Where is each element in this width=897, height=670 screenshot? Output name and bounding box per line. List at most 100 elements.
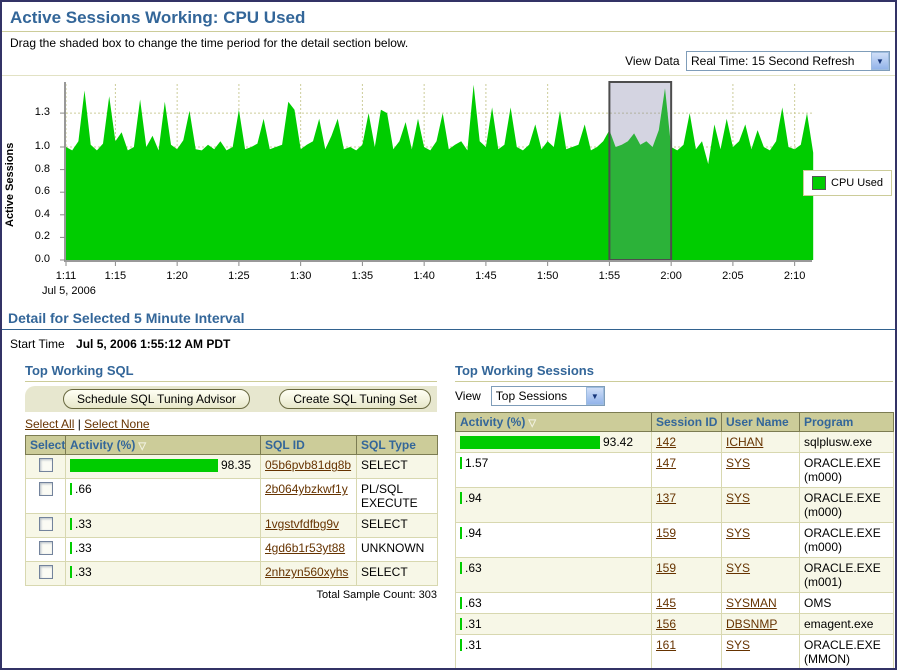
session-id-link[interactable]: 142: [656, 435, 676, 449]
sessions-table-header-row: Activity (%)▽ Session ID User Name Progr…: [456, 413, 894, 432]
user-name-link[interactable]: SYS: [726, 638, 750, 652]
sql-table-row: 98.3505b6pvb81dg8bSELECT: [26, 455, 438, 479]
user-name-link[interactable]: SYS: [726, 561, 750, 575]
user-name-link[interactable]: DBSNMP: [726, 617, 777, 631]
program: sqlplusw.exe: [800, 432, 894, 453]
row-select-checkbox[interactable]: [39, 565, 53, 579]
activity-cell: .33: [66, 514, 261, 538]
x-tick-label: 1:30: [279, 270, 323, 282]
user-name-link[interactable]: SYS: [726, 491, 750, 505]
y-tick-label: 1.0: [6, 140, 50, 152]
activity-value: .31: [465, 617, 482, 631]
chevron-down-icon: ▼: [871, 52, 889, 70]
top-working-sql-table: Select Activity (%)▽ SQL ID SQL Type 98.…: [25, 435, 438, 586]
chart-legend: CPU Used: [803, 170, 892, 196]
sql-type: SELECT: [357, 562, 438, 586]
row-select-checkbox[interactable]: [39, 517, 53, 531]
user-name-link[interactable]: SYS: [726, 526, 750, 540]
col-header-activity[interactable]: Activity (%)▽: [66, 436, 261, 455]
y-tick-label: 0.6: [6, 185, 50, 197]
sql-id-link[interactable]: 2b064ybzkwf1y: [265, 482, 348, 496]
session-id-link-cell: 159: [652, 558, 722, 593]
activity-cell: .63: [456, 593, 652, 614]
select-none-link[interactable]: Select None: [84, 417, 149, 431]
activity-bar: [460, 457, 462, 469]
top-working-sql-title: Top Working SQL: [25, 363, 437, 382]
session-id-link[interactable]: 145: [656, 596, 676, 610]
user-name-link-cell: SYS: [722, 558, 800, 593]
session-id-link-cell: 147: [652, 453, 722, 488]
sql-id-link-cell: 4gd6b1r53yt88: [261, 538, 357, 562]
session-id-link[interactable]: 147: [656, 456, 676, 470]
detail-section-title: Detail for Selected 5 Minute Interval: [2, 308, 895, 330]
activity-cell: .66: [66, 479, 261, 514]
sort-desc-icon: ▽: [528, 418, 536, 429]
schedule-sql-tuning-advisor-button[interactable]: Schedule SQL Tuning Advisor: [63, 389, 250, 409]
create-sql-tuning-set-button[interactable]: Create SQL Tuning Set: [279, 389, 431, 409]
sql-id-link-cell: 1vgstvfdfbg9v: [261, 514, 357, 538]
session-id-link[interactable]: 161: [656, 638, 676, 652]
activity-bar: [70, 542, 72, 554]
sql-toolbar: Schedule SQL Tuning Advisor Create SQL T…: [25, 386, 437, 412]
row-select-checkbox[interactable]: [39, 482, 53, 496]
activity-bar: [460, 618, 462, 630]
session-id-link-cell: 156: [652, 614, 722, 635]
sql-id-link[interactable]: 2nhzyn560xyhs: [265, 565, 348, 579]
start-time-row: Start Time Jul 5, 2006 1:55:12 AM PDT: [10, 337, 895, 351]
user-name-link[interactable]: ICHAN: [726, 435, 763, 449]
sessions-table-row: .63159SYSORACLE.EXE (m001): [456, 558, 894, 593]
sql-table-row: .334gd6b1r53yt88UNKNOWN: [26, 538, 438, 562]
col-header-sql-type[interactable]: SQL Type: [357, 436, 438, 455]
user-name-link[interactable]: SYSMAN: [726, 596, 777, 610]
select-cell: [26, 562, 66, 586]
select-cell: [26, 538, 66, 562]
program: ORACLE.EXE (m001): [800, 558, 894, 593]
y-tick-label: 1.3: [6, 106, 50, 118]
sessions-table-row: .31 161 SYS ORACLE.EXE (MMON): [456, 635, 894, 670]
col-header-program[interactable]: Program: [800, 413, 894, 432]
program: ORACLE.EXE (m000): [800, 453, 894, 488]
view-data-select[interactable]: Real Time: 15 Second Refresh ▼: [686, 51, 890, 71]
session-id-link[interactable]: 159: [656, 561, 676, 575]
row-select-checkbox[interactable]: [39, 541, 53, 555]
x-tick-label: 1:50: [526, 270, 570, 282]
chart-plot-area: [56, 80, 818, 270]
activity-value: .94: [465, 526, 482, 540]
activity-cell: .33: [66, 562, 261, 586]
time-selection-box[interactable]: [609, 82, 671, 260]
user-name-link[interactable]: SYS: [726, 456, 750, 470]
activity-value: .31: [465, 638, 482, 652]
sql-id-link[interactable]: 4gd6b1r53yt88: [265, 541, 345, 555]
activity-bar: [460, 436, 600, 449]
x-tick-label: 1:15: [93, 270, 137, 282]
sessions-table-row: 1.57147SYSORACLE.EXE (m000): [456, 453, 894, 488]
activity-value: 98.35: [221, 458, 251, 472]
select-all-link[interactable]: Select All: [25, 417, 74, 431]
link-separator: |: [78, 417, 81, 431]
sql-type: PL/SQL EXECUTE: [357, 479, 438, 514]
y-tick-label: 0.8: [6, 163, 50, 175]
activity-bar: [70, 483, 72, 495]
start-time-label: Start Time: [10, 337, 65, 351]
session-id-link[interactable]: 159: [656, 526, 676, 540]
program: ORACLE.EXE (MMON): [800, 635, 894, 670]
sql-type: UNKNOWN: [357, 538, 438, 562]
sql-id-link[interactable]: 1vgstvfdfbg9v: [265, 517, 339, 531]
x-tick-label: 1:11: [44, 270, 88, 282]
col-header-session-id[interactable]: Session ID: [652, 413, 722, 432]
sessions-view-select[interactable]: Top Sessions ▼: [491, 386, 605, 406]
y-tick-label: 0.0: [6, 253, 50, 265]
activity-bar: [70, 518, 72, 530]
sessions-table-row: .94159SYSORACLE.EXE (m000): [456, 523, 894, 558]
program: ORACLE.EXE (m000): [800, 488, 894, 523]
session-id-link[interactable]: 156: [656, 617, 676, 631]
col-header-sql-id[interactable]: SQL ID: [261, 436, 357, 455]
row-select-checkbox[interactable]: [39, 458, 53, 472]
sql-id-link[interactable]: 05b6pvb81dg8b: [265, 458, 351, 472]
activity-bar: [460, 527, 462, 539]
session-id-link[interactable]: 137: [656, 491, 676, 505]
col-header-activity[interactable]: Activity (%)▽: [456, 413, 652, 432]
activity-value: .94: [465, 491, 482, 505]
col-header-user-name[interactable]: User Name: [722, 413, 800, 432]
sql-id-link-cell: 2nhzyn560xyhs: [261, 562, 357, 586]
